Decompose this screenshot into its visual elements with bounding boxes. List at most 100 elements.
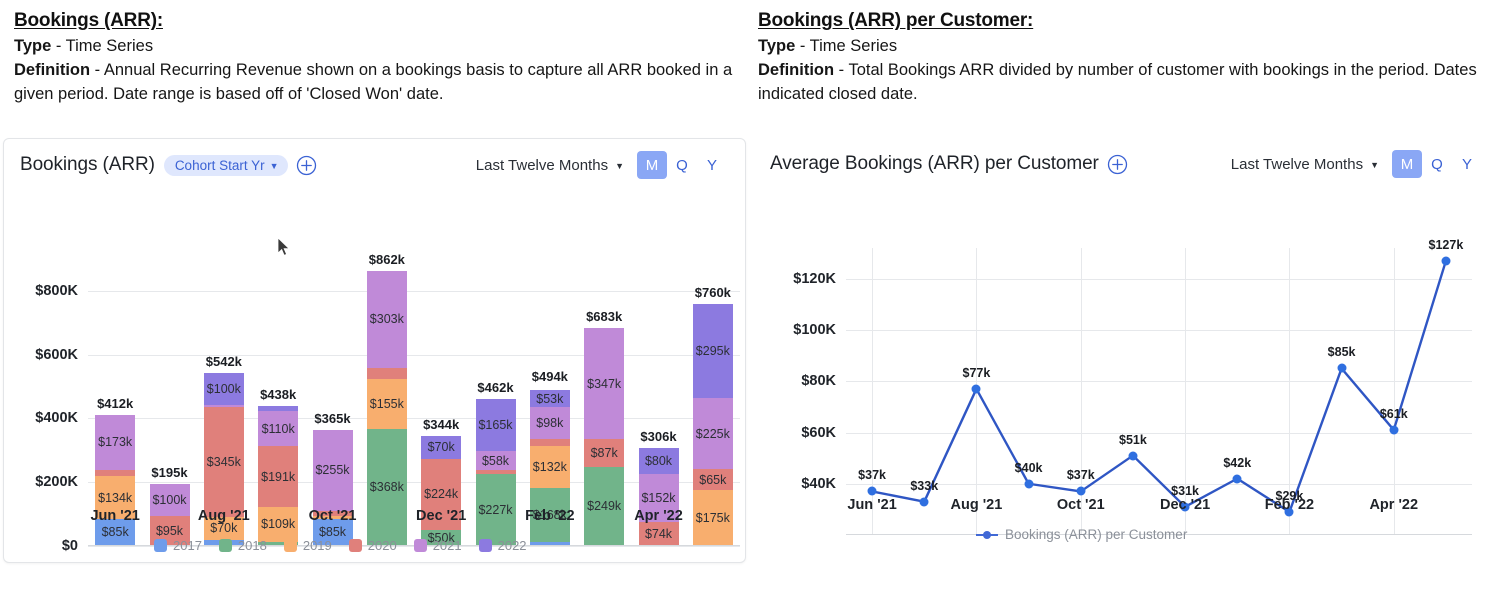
x-axis-tick-label: Feb '22 — [1264, 497, 1315, 513]
legend-item-2017[interactable]: 2017 — [154, 538, 202, 553]
granularity-button-m[interactable]: M — [1392, 150, 1422, 178]
bar-segment-2020[interactable]: $191k — [258, 446, 299, 508]
data-point[interactable] — [1128, 451, 1138, 461]
data-point-label: $31k — [1171, 483, 1199, 498]
bar-segment-2021[interactable]: $225k — [692, 397, 733, 470]
data-point[interactable] — [1024, 479, 1034, 489]
bar-segment-value: $95k — [155, 523, 184, 538]
legend-item-2019[interactable]: 2019 — [283, 538, 332, 553]
bar-segment-2021[interactable]: $173k — [95, 414, 136, 470]
bar-column[interactable]: $95k $100k $195k — [149, 465, 190, 546]
bar-segment-2020[interactable]: $87k — [584, 438, 625, 467]
dashboard-page: Bookings (ARR): Type - Time Series Defin… — [0, 0, 1500, 604]
bar-column[interactable]: $249k $87k $347k $683k — [584, 309, 625, 546]
chevron-down-icon: ▼ — [615, 161, 624, 171]
bar-segment-2021[interactable]: $58k — [475, 451, 516, 470]
y-axis-tick-label: $60K — [801, 424, 836, 441]
data-point[interactable] — [1337, 363, 1347, 373]
definition-type-line: Type - Time Series — [14, 35, 734, 59]
bar-segment-2022[interactable]: $165k — [475, 398, 516, 452]
bar-segment-value: $303k — [369, 312, 404, 327]
bar-segment-value: $58k — [481, 453, 510, 468]
bar-segment-2018[interactable]: $227k — [475, 473, 516, 546]
data-point[interactable] — [1441, 256, 1451, 266]
data-point[interactable] — [867, 486, 877, 496]
bar-segment-2019[interactable]: $175k — [692, 490, 733, 546]
bar-segment-value: $347k — [587, 376, 622, 391]
granularity-button-y[interactable]: Y — [697, 151, 727, 179]
bar-segment-2019[interactable]: $132k — [529, 445, 570, 488]
bar-segment-value: $295k — [695, 343, 730, 358]
bar-segment-2022[interactable]: $100k — [203, 373, 244, 406]
bar-segment-2022[interactable]: $70k — [421, 436, 462, 459]
legend-label: 2021 — [432, 538, 462, 553]
legend-item-2022[interactable]: 2022 — [478, 538, 527, 553]
bar-segment-2022[interactable]: $80k — [638, 448, 679, 474]
bar-column[interactable]: $227k $58k $165k $462k — [475, 380, 516, 546]
bar-segment-2021[interactable]: $303k — [366, 271, 407, 368]
bar-segment-2019[interactable]: $109k — [258, 507, 299, 542]
definition-type-value: - Time Series — [51, 37, 154, 55]
bar-segment-value: $155k — [369, 396, 404, 411]
definition-definition-label: Definition — [14, 60, 91, 79]
bar-column[interactable]: $368k $155k $303k $862k — [366, 252, 407, 546]
granularity-toggle-group: MQY — [637, 151, 727, 179]
data-point[interactable] — [919, 497, 929, 507]
y-axis-tick-label: $100K — [793, 322, 836, 338]
bar-column[interactable]: $74k $152k $80k $306k — [638, 429, 679, 546]
bar-segment-2021[interactable]: $110k — [258, 411, 299, 447]
legend-item-2020[interactable]: 2020 — [348, 538, 397, 553]
x-axis-tick-label: Feb '22 — [525, 508, 575, 524]
granularity-button-m[interactable]: M — [637, 151, 667, 179]
plus-circle-icon[interactable] — [296, 155, 317, 176]
bar-total-label: $683k — [586, 309, 623, 325]
data-point[interactable] — [1232, 474, 1242, 484]
bar-segment-2018[interactable]: $249k — [584, 466, 625, 546]
bar-segment-2021[interactable]: $255k — [312, 429, 353, 511]
x-axis-tick-label: Aug '21 — [950, 497, 1003, 513]
bar-segment-2021[interactable]: $347k — [584, 328, 625, 439]
bar-column[interactable]: $175k $65k $225k $295k $760k — [692, 285, 733, 546]
bar-segment-2021[interactable]: $98k — [529, 407, 570, 439]
bar-segment-2018[interactable]: $368k — [366, 428, 407, 546]
bar-column[interactable]: $85k $134k $173k $412k — [95, 396, 136, 546]
avg-bookings-card-header: Average Bookings (ARR) per Customer Last… — [754, 138, 1500, 190]
avg-bookings-legend[interactable]: Bookings (ARR) per Customer — [976, 527, 1187, 542]
data-point[interactable] — [1389, 425, 1399, 435]
x-axis-tick-label: Jun '21 — [90, 508, 140, 524]
bar-segment-2020[interactable]: $345k — [203, 407, 244, 518]
avg-bookings-per-customer-chart-card: Average Bookings (ARR) per Customer Last… — [754, 138, 1500, 563]
x-axis-tick-label: Oct '21 — [1056, 497, 1105, 513]
bar-column[interactable]: $50k $224k $70k $344k — [421, 417, 462, 546]
bar-segment-2021[interactable]: $100k — [149, 483, 190, 516]
bar-total-label: $344k — [423, 417, 460, 433]
date-range-dropdown[interactable]: Last Twelve Months ▼ — [1231, 156, 1379, 173]
granularity-button-y[interactable]: Y — [1452, 150, 1482, 178]
bar-column[interactable]: $109k $191k $110k $438k — [258, 387, 299, 546]
bar-segment-2019[interactable]: $155k — [366, 379, 407, 429]
granularity-button-q[interactable]: Q — [1422, 150, 1452, 178]
legend-item-2021[interactable]: 2021 — [413, 538, 462, 553]
date-range-dropdown[interactable]: Last Twelve Months ▼ — [476, 157, 624, 174]
bar-segment-value: $173k — [98, 435, 133, 450]
bar-column[interactable]: $85k $255k $365k — [312, 411, 353, 546]
data-point[interactable] — [971, 384, 981, 394]
definition-definition-value: - Annual Recurring Revenue shown on a bo… — [14, 60, 733, 103]
data-point[interactable] — [1076, 486, 1086, 496]
legend-swatch — [154, 539, 167, 552]
bar-segment-2022[interactable]: $295k — [692, 303, 733, 398]
cohort-start-yr-dropdown[interactable]: Cohort Start Yr ▼ — [163, 154, 288, 176]
definitions-section: Bookings (ARR): Type - Time Series Defin… — [0, 0, 1500, 107]
plus-circle-icon[interactable] — [1107, 154, 1128, 175]
bar-segment-2020[interactable]: $65k — [692, 469, 733, 491]
granularity-button-q[interactable]: Q — [667, 151, 697, 179]
bar-total-label: $438k — [260, 387, 297, 403]
definition-block-bookings-arr-per-customer: Bookings (ARR) per Customer: Type - Time… — [750, 10, 1500, 107]
definition-definition-label: Definition — [758, 60, 835, 79]
legend-item-2018[interactable]: 2018 — [218, 538, 267, 553]
bar-segment-2020[interactable]: $74k — [638, 522, 679, 546]
y-axis-tick-label: $600K — [35, 346, 78, 363]
bar-segment-2020[interactable] — [366, 367, 407, 380]
bar-segment-2020[interactable] — [529, 438, 570, 446]
bar-segment-2022[interactable]: $53k — [529, 390, 570, 408]
